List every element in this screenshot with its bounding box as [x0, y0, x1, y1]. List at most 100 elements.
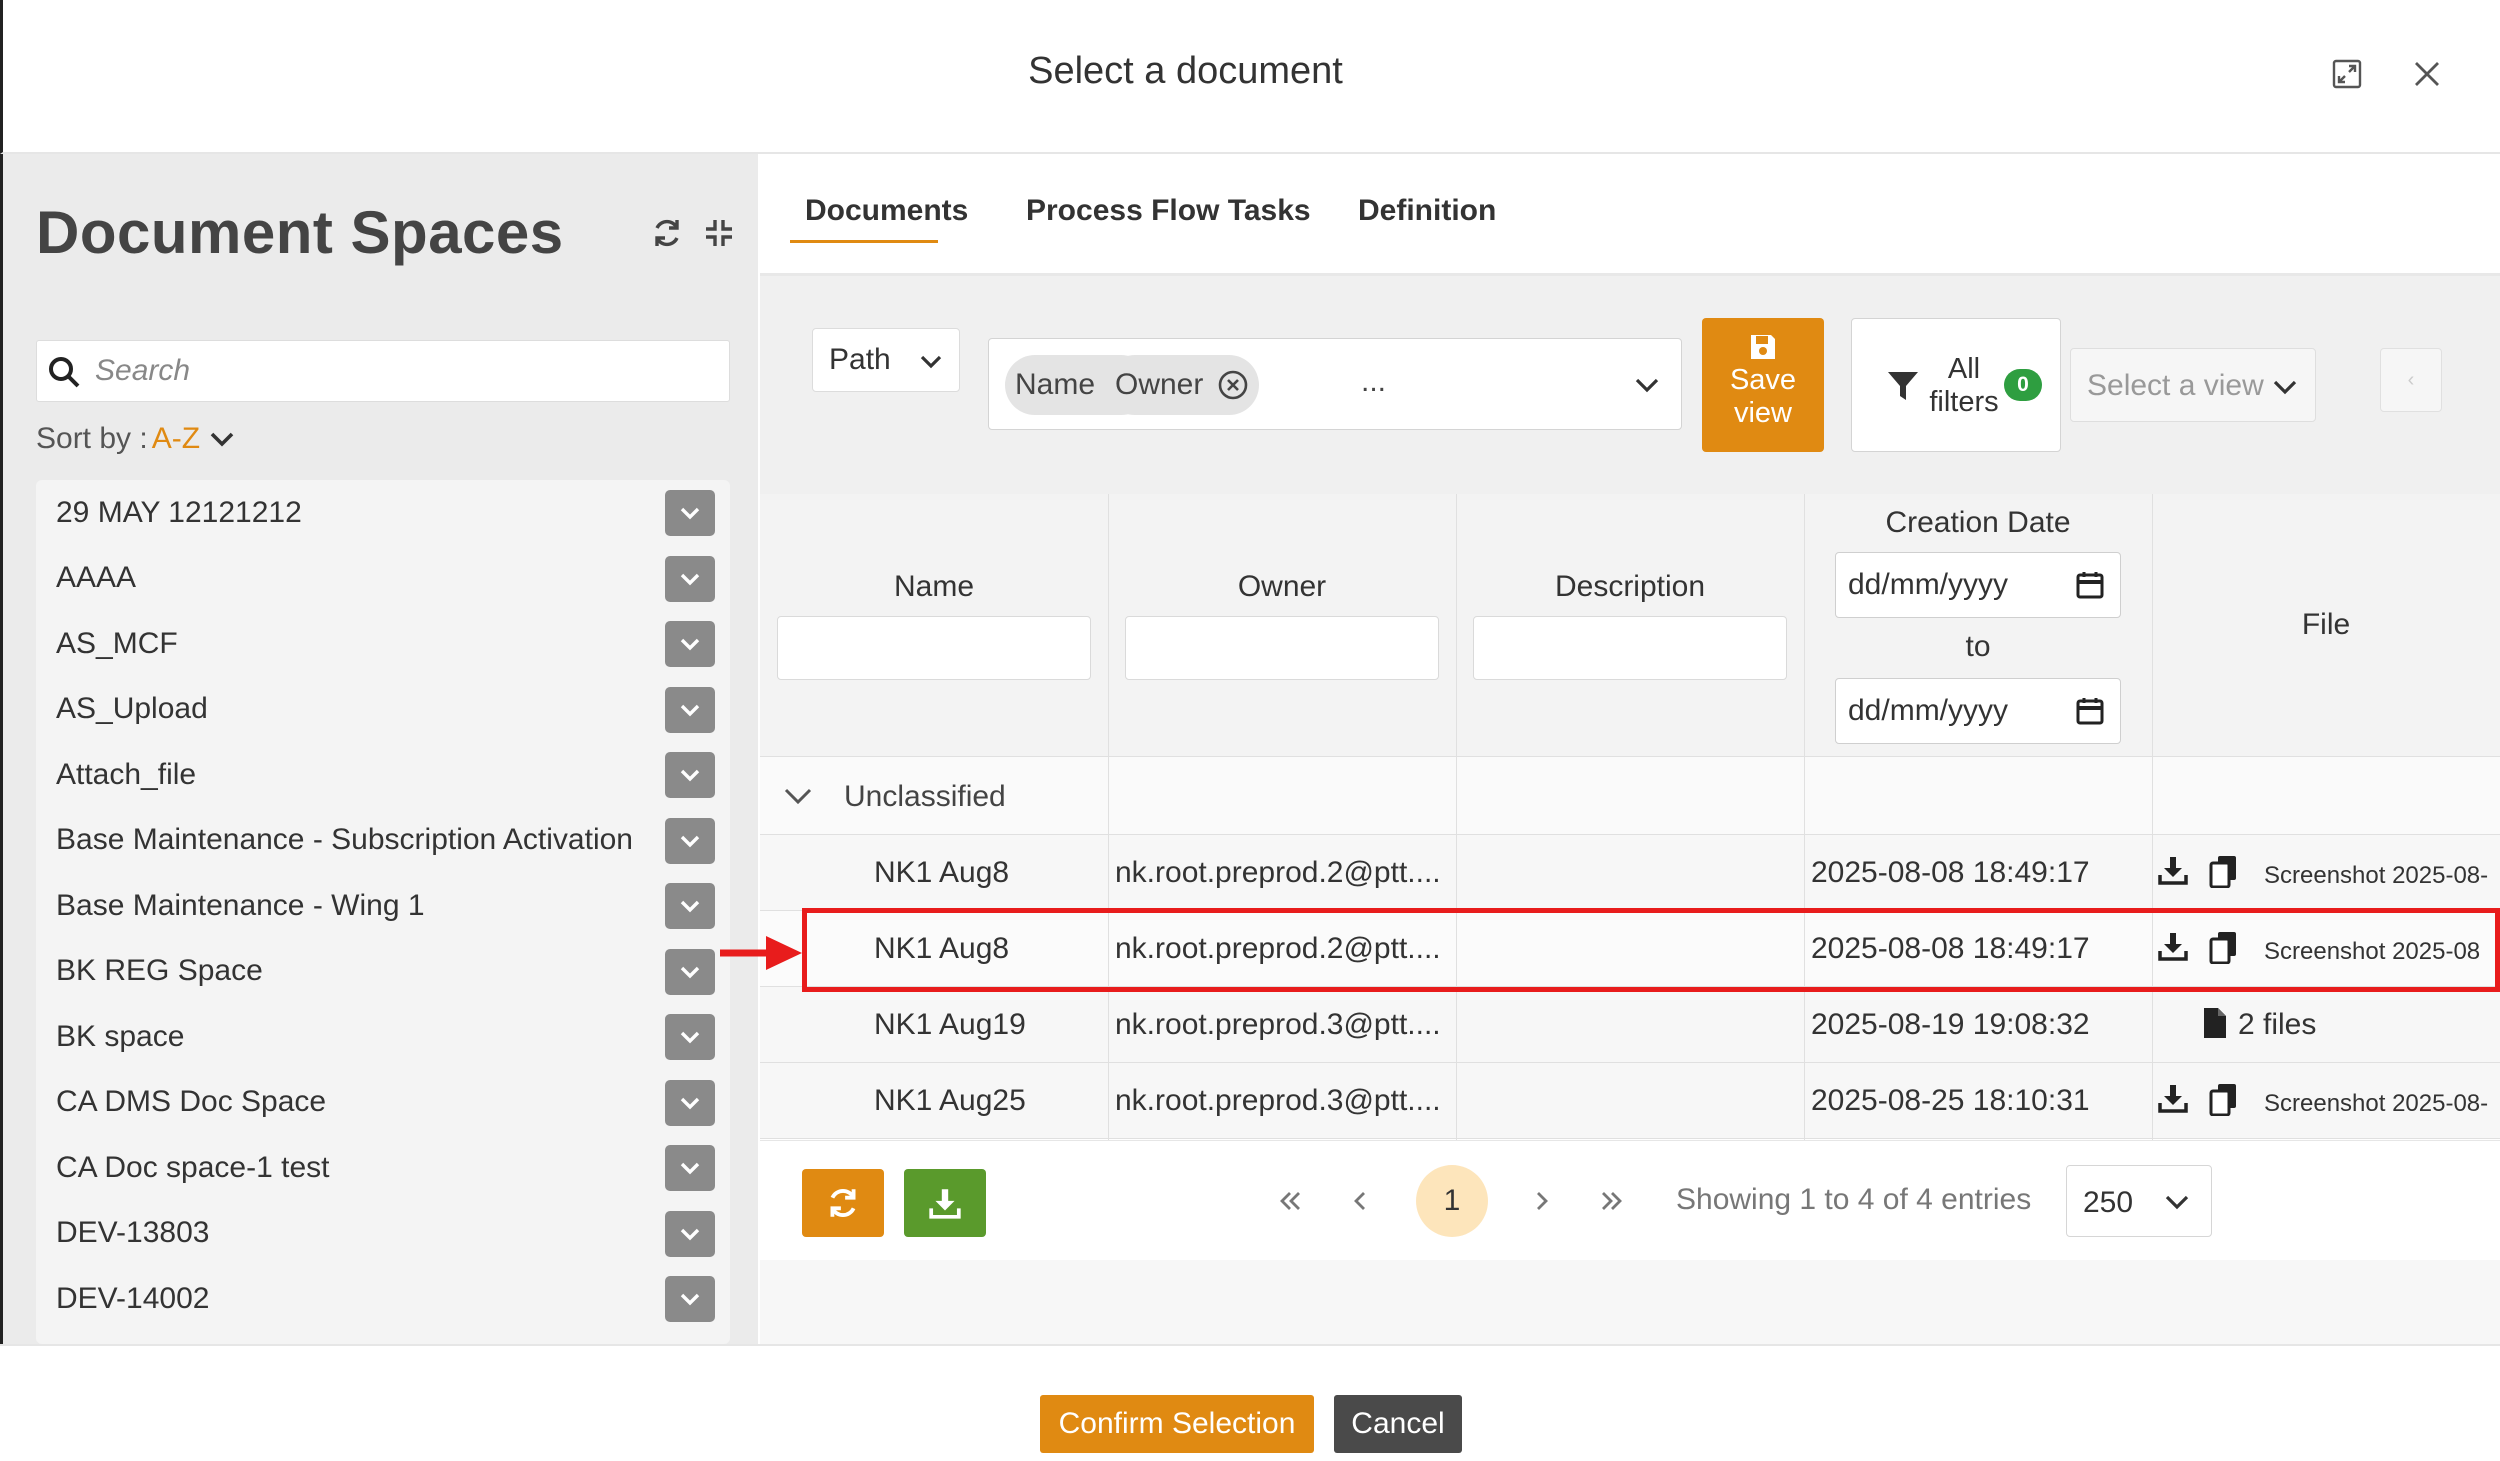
- space-label: Base Maintenance - Subscription Activati…: [56, 823, 633, 857]
- path-dropdown[interactable]: Path: [812, 328, 960, 392]
- last-page-icon[interactable]: [1590, 1179, 1634, 1223]
- space-label: CA DMS Doc Space: [56, 1085, 327, 1119]
- space-item[interactable]: BK REG Space: [36, 939, 730, 1005]
- sort-value[interactable]: A-Z: [152, 422, 200, 456]
- cell-file[interactable]: Screenshot 2025-08: [2264, 938, 2480, 966]
- date-from-input[interactable]: dd/mm/yyyy: [1835, 552, 2121, 618]
- confirm-selection-button[interactable]: Confirm Selection: [1040, 1395, 1314, 1453]
- download-icon[interactable]: [2157, 930, 2189, 964]
- chevron-down-icon[interactable]: [665, 1014, 715, 1060]
- space-label: CA Doc space-1 test: [56, 1150, 330, 1184]
- tab-process-flow-tasks[interactable]: Process Flow Tasks: [1026, 194, 1311, 228]
- cell-name: NK1 Aug8: [874, 856, 1010, 889]
- table-row[interactable]: NK1 Aug25 nk.root.preprod.3@ptt.... 2025…: [760, 1062, 2500, 1138]
- download-icon[interactable]: [2157, 1082, 2189, 1116]
- space-label: AAAA: [56, 561, 137, 595]
- table-row-selected[interactable]: NK1 Aug8 nk.root.preprod.2@ptt.... 2025-…: [760, 910, 2500, 986]
- table-row[interactable]: NK1 Aug19 nk.root.preprod.3@ptt.... 2025…: [760, 986, 2500, 1062]
- copy-icon[interactable]: [2208, 930, 2240, 965]
- chevron-down-icon[interactable]: [665, 752, 715, 798]
- space-search[interactable]: [36, 340, 730, 402]
- chevron-down-icon[interactable]: [208, 425, 236, 453]
- space-item[interactable]: DEV-13803: [36, 1201, 730, 1267]
- space-item[interactable]: CA Doc space-1 test: [36, 1135, 730, 1201]
- space-item[interactable]: AS_MCF: [36, 611, 730, 677]
- grid-divider: [1456, 494, 1457, 1140]
- name-filter-input[interactable]: [777, 616, 1091, 680]
- first-page-icon[interactable]: [1268, 1179, 1312, 1223]
- download-icon[interactable]: [2157, 854, 2189, 888]
- description-filter-input[interactable]: [1473, 616, 1787, 680]
- page-size-select[interactable]: 250: [2066, 1165, 2212, 1237]
- refresh-icon[interactable]: [648, 214, 686, 252]
- view-select[interactable]: Select a view: [2070, 348, 2316, 422]
- space-item[interactable]: AAAA: [36, 546, 730, 612]
- chevron-down-icon[interactable]: [665, 1276, 715, 1322]
- calendar-icon[interactable]: [2074, 695, 2106, 727]
- export-button[interactable]: [904, 1169, 986, 1237]
- chevron-down-icon[interactable]: [665, 490, 715, 536]
- cancel-button[interactable]: Cancel: [1334, 1395, 1462, 1453]
- chevron-down-icon[interactable]: [665, 1145, 715, 1191]
- current-page[interactable]: 1: [1416, 1165, 1488, 1237]
- chevron-down-icon[interactable]: [1631, 369, 1663, 401]
- cell-owner: nk.root.preprod.3@ptt....: [1115, 1008, 1441, 1041]
- space-item[interactable]: Base Maintenance - Wing 1: [36, 873, 730, 939]
- refresh-button[interactable]: [802, 1169, 884, 1237]
- collapse-toolbar-button[interactable]: ‹: [2380, 348, 2442, 412]
- tab-definition[interactable]: Definition: [1358, 194, 1496, 228]
- column-header-name[interactable]: Name: [760, 570, 1108, 604]
- owner-filter-input[interactable]: [1125, 616, 1439, 680]
- sort-by[interactable]: Sort by : A-Z: [36, 422, 236, 456]
- modal-footer: Confirm Selection Cancel: [0, 1344, 2500, 1461]
- chevron-down-icon[interactable]: [665, 1210, 715, 1257]
- chevron-down-icon[interactable]: [665, 1079, 715, 1126]
- date-to-input[interactable]: dd/mm/yyyy: [1835, 678, 2121, 744]
- chevron-down-icon[interactable]: [665, 817, 715, 864]
- chevron-down-icon[interactable]: [665, 883, 715, 929]
- pagination-bar: 1 Showing 1 to 4 of 4 entries 250: [760, 1140, 2500, 1260]
- cell-file[interactable]: Screenshot 2025-08-: [2264, 1090, 2488, 1118]
- column-header-creation-date[interactable]: Creation Date: [1804, 506, 2152, 540]
- space-item[interactable]: AS_Upload: [36, 677, 730, 743]
- chevron-down-icon[interactable]: [665, 621, 715, 667]
- chevron-down-icon[interactable]: [665, 555, 715, 602]
- chevron-down-icon[interactable]: [780, 778, 816, 814]
- prev-page-icon[interactable]: [1338, 1179, 1382, 1223]
- space-item[interactable]: DEV-14002: [36, 1266, 730, 1332]
- refresh-icon: [830, 1189, 856, 1217]
- grid-divider: [760, 834, 2500, 835]
- save-view-button[interactable]: Save view: [1702, 318, 1824, 452]
- table-row[interactable]: NK1 Aug8 nk.root.preprod.2@ptt.... 2025-…: [760, 834, 2500, 910]
- search-input[interactable]: [95, 349, 715, 393]
- filters-count-badge: 0: [2004, 369, 2042, 401]
- tab-documents[interactable]: Documents: [805, 194, 968, 228]
- remove-circle-icon[interactable]: [1217, 369, 1249, 401]
- group-row-unclassified[interactable]: Unclassified: [760, 756, 2500, 834]
- copy-icon[interactable]: [2208, 1082, 2240, 1117]
- cell-date: 2025-08-08 18:49:17: [1811, 856, 2090, 889]
- collapse-icon[interactable]: [700, 214, 738, 252]
- calendar-icon[interactable]: [2074, 569, 2106, 601]
- column-header-description[interactable]: Description: [1456, 570, 1804, 604]
- copy-icon[interactable]: [2208, 854, 2240, 889]
- cell-file[interactable]: Screenshot 2025-08-: [2264, 862, 2488, 890]
- next-page-icon[interactable]: [1520, 1179, 1564, 1223]
- space-item[interactable]: Attach_file: [36, 742, 730, 808]
- chevron-down-icon: [917, 347, 945, 375]
- cell-files-count[interactable]: 2 files: [2238, 1008, 2316, 1042]
- space-item[interactable]: Base Maintenance - Subscription Activati…: [36, 808, 730, 874]
- close-icon[interactable]: [2409, 56, 2445, 92]
- chevron-down-icon[interactable]: [665, 686, 715, 733]
- space-item[interactable]: CA DMS Doc Space: [36, 1070, 730, 1136]
- chevron-down-icon: [2269, 371, 2301, 403]
- column-header-owner[interactable]: Owner: [1108, 570, 1456, 604]
- space-item[interactable]: BK space: [36, 1004, 730, 1070]
- column-select[interactable]: Name Owner ...: [988, 338, 1682, 430]
- cell-owner: nk.root.preprod.2@ptt....: [1115, 932, 1441, 965]
- expand-icon[interactable]: [2329, 56, 2365, 92]
- column-header-file[interactable]: File: [2152, 608, 2500, 642]
- space-item[interactable]: 29 MAY 12121212: [36, 480, 730, 546]
- chevron-down-icon[interactable]: [665, 948, 715, 995]
- all-filters-button[interactable]: All filters 0: [1851, 318, 2061, 452]
